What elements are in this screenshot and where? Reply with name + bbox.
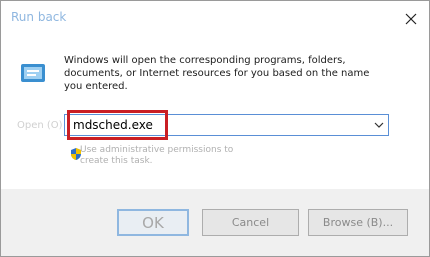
dialog-content: Windows will open the corresponding prog… (7, 38, 423, 189)
window-title: Run back (11, 10, 67, 24)
run-dialog: Run back Windows will open the correspon… (0, 0, 430, 257)
open-label: Open (O) (17, 120, 63, 131)
close-button[interactable] (399, 7, 423, 31)
admin-permission-note: Use administrative permissions to create… (80, 145, 234, 166)
highlight-box (67, 110, 168, 140)
chevron-down-icon[interactable] (374, 121, 384, 129)
run-icon (21, 64, 45, 82)
button-bar: OK Cancel Browse (B)... (1, 189, 429, 256)
ok-button[interactable]: OK (117, 209, 189, 236)
description-text: Windows will open the corresponding prog… (64, 55, 370, 92)
browse-button[interactable]: Browse (B)... (308, 209, 408, 236)
close-icon (405, 13, 417, 25)
cancel-button[interactable]: Cancel (202, 209, 299, 236)
title-bar: Run back (1, 1, 429, 37)
